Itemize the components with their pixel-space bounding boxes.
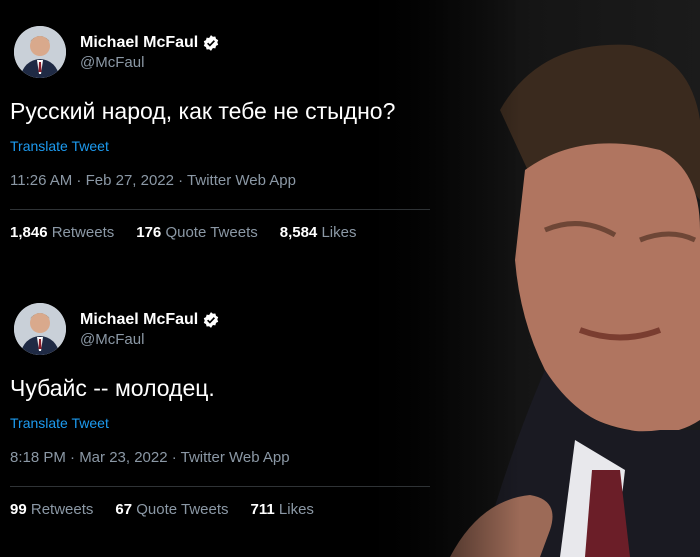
- profile-photo-icon: [14, 26, 66, 78]
- translate-tweet-link[interactable]: Translate Tweet: [10, 415, 430, 431]
- tweet-text: Чубайс -- молодец.: [10, 375, 215, 401]
- tweet-meta[interactable]: 11:26 AM · Feb 27, 2022 · Twitter Web Ap…: [10, 172, 430, 189]
- retweets-count: 1,846: [10, 224, 48, 241]
- handle[interactable]: @McFaul: [80, 331, 220, 348]
- profile-photo-icon: [14, 303, 66, 355]
- verified-badge-icon: [202, 34, 220, 52]
- divider: [10, 209, 430, 210]
- quote-tweets-stat[interactable]: 67 Quote Tweets: [115, 501, 228, 518]
- display-name[interactable]: Michael McFaul: [80, 34, 198, 52]
- handle[interactable]: @McFaul: [80, 54, 220, 71]
- quote-tweets-label: Quote Tweets: [165, 224, 258, 241]
- likes-stat[interactable]: 711 Likes: [251, 501, 314, 518]
- divider: [10, 486, 430, 487]
- tweet-text: Русский народ, как тебе не стыдно?: [10, 98, 396, 124]
- retweets-label: Retweets: [30, 501, 94, 518]
- retweets-label: Retweets: [51, 224, 115, 241]
- tweet-header: Michael McFaul @McFaul: [10, 20, 430, 84]
- tweet-stats: 99 Retweets 67 Quote Tweets 711 Likes: [10, 501, 430, 518]
- tweet-stats: 1,846 Retweets 176 Quote Tweets 8,584 Li…: [10, 224, 430, 241]
- avatar[interactable]: [14, 26, 66, 78]
- likes-label: Likes: [321, 224, 357, 241]
- quote-tweets-count: 67: [115, 501, 133, 518]
- retweets-count: 99: [10, 501, 27, 518]
- tweet-card: Michael McFaul @McFaul Чубайс -- молодец…: [10, 297, 430, 518]
- translate-tweet-link[interactable]: Translate Tweet: [10, 138, 430, 154]
- display-name[interactable]: Michael McFaul: [80, 311, 198, 329]
- tweet-header: Michael McFaul @McFaul: [10, 297, 430, 361]
- likes-stat[interactable]: 8,584 Likes: [280, 224, 357, 241]
- quote-tweets-count: 176: [136, 224, 162, 241]
- tweet-card: Michael McFaul @McFaul Русский народ, ка…: [10, 20, 430, 241]
- tweet-meta[interactable]: 8:18 PM · Mar 23, 2022 · Twitter Web App: [10, 449, 430, 466]
- likes-count: 711: [250, 501, 275, 518]
- quote-tweets-label: Quote Tweets: [136, 501, 229, 518]
- verified-badge-icon: [202, 311, 220, 329]
- avatar[interactable]: [14, 303, 66, 355]
- retweets-stat[interactable]: 99 Retweets: [10, 501, 93, 518]
- quote-tweets-stat[interactable]: 176 Quote Tweets: [136, 224, 257, 241]
- retweets-stat[interactable]: 1,846 Retweets: [10, 224, 114, 241]
- likes-count: 8,584: [279, 224, 318, 241]
- likes-label: Likes: [278, 501, 314, 518]
